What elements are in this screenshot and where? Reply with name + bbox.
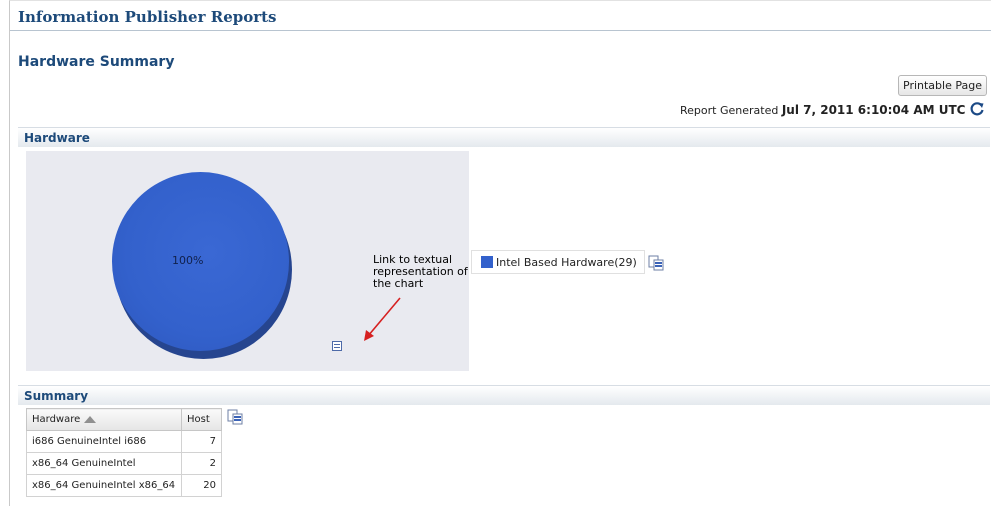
refresh-icon[interactable] [969,101,985,117]
column-header-label: Hardware [32,414,81,425]
column-header-hardware[interactable]: Hardware [26,408,182,431]
table-cell-host: 20 [181,474,222,497]
chart-legend: Intel Based Hardware(29) [471,250,645,274]
hardware-section-title: Hardware [24,131,90,145]
table-cell-host: 7 [181,430,222,453]
summary-table: Hardware Host i686 GenuineIntel i686 7 x… [26,408,222,497]
summary-section-header: Summary [18,385,990,405]
annotation-arrow [364,297,401,341]
sort-ascending-icon [84,415,97,423]
table-row: x86_64 GenuineIntel 2 [26,452,222,475]
hardware-section-header: Hardware [18,127,990,147]
summary-section-title: Summary [24,389,89,403]
printable-page-button[interactable]: Printable Page [898,75,987,96]
title-divider [10,30,991,31]
export-excel-icon[interactable] [648,255,664,271]
column-header-label: Host [187,414,210,425]
table-cell-host: 2 [181,452,222,475]
app-title: Information Publisher Reports [18,8,277,26]
annotation-text: Link to textual representation of the ch… [373,253,468,290]
table-cell-hardware: i686 GenuineIntel i686 [26,430,182,453]
pie-slice-label: 100% [172,254,204,267]
report-generated-label: Report Generated [680,104,779,117]
table-cell-hardware: x86_64 GenuineIntel [26,452,182,475]
report-generated-date: Jul 7, 2011 6:10:04 AM UTC [781,103,966,117]
table-row: x86_64 GenuineIntel x86_64 20 [26,474,222,497]
table-view-icon[interactable] [332,341,342,351]
table-row: i686 GenuineIntel i686 7 [26,430,222,453]
legend-swatch [481,256,493,268]
column-header-host[interactable]: Host [181,408,222,431]
report-generated: Report Generated Jul 7, 2011 6:10:04 AM … [680,103,965,117]
table-cell-hardware: x86_64 GenuineIntel x86_64 [26,474,182,497]
page-title: Hardware Summary [18,54,175,70]
export-excel-icon[interactable] [227,409,243,425]
legend-label: Intel Based Hardware(29) [496,255,637,269]
